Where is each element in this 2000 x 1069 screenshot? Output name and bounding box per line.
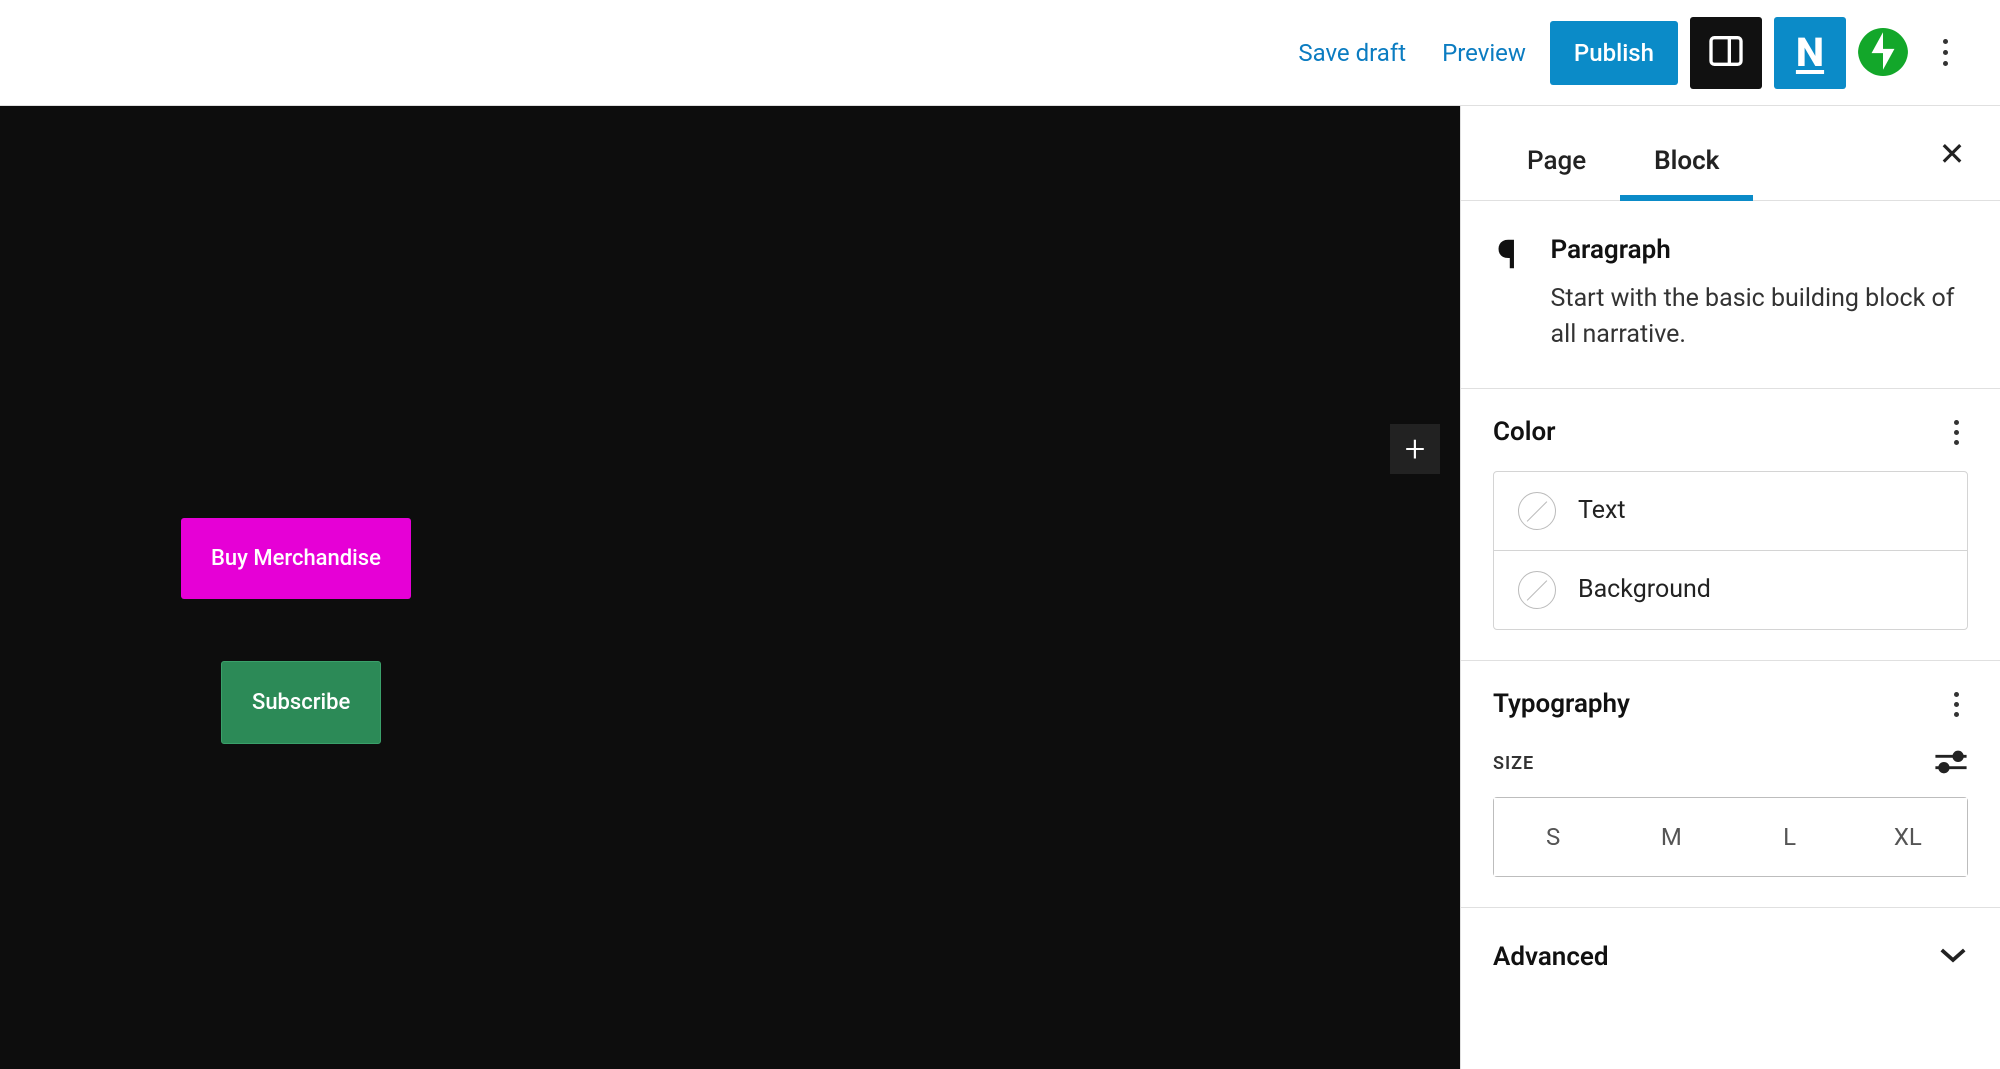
kebab-dot-icon [1943, 39, 1948, 44]
tab-block[interactable]: Block [1620, 122, 1753, 200]
sidebar-panel-icon [1706, 31, 1746, 75]
color-background-label: Background [1578, 575, 1711, 604]
newspack-n-icon: N [1796, 29, 1824, 76]
close-icon: ✕ [1939, 135, 1966, 173]
custom-size-toggle[interactable] [1934, 749, 1968, 779]
settings-panel-toggle[interactable] [1690, 17, 1762, 89]
close-sidebar-button[interactable]: ✕ [1932, 134, 1972, 174]
typography-section-title: Typography [1493, 689, 1968, 719]
add-block-button[interactable]: + [1390, 424, 1440, 474]
empty-swatch-icon [1518, 492, 1556, 530]
block-type-info: ¶ Paragraph Start with the basic buildin… [1461, 201, 2000, 389]
block-type-title: Paragraph [1551, 235, 1968, 265]
buy-merchandise-block-button[interactable]: Buy Merchandise [181, 518, 411, 599]
paragraph-icon: ¶ [1493, 235, 1521, 354]
newspack-button[interactable]: N [1774, 17, 1846, 89]
sidebar-tabs: Page Block ✕ [1461, 106, 2000, 201]
color-background-row[interactable]: Background [1494, 550, 1967, 629]
kebab-dot-icon [1943, 50, 1948, 55]
advanced-section-toggle[interactable]: Advanced [1461, 908, 2000, 1006]
kebab-dot-icon [1943, 61, 1948, 66]
color-text-row[interactable]: Text [1494, 472, 1967, 550]
block-type-description: Start with the basic building block of a… [1551, 281, 1968, 354]
editor-topbar: Save draft Preview Publish N [0, 0, 2000, 106]
more-options-button[interactable] [1920, 17, 1970, 89]
typography-section-options-button[interactable] [1944, 687, 1968, 723]
tab-page[interactable]: Page [1493, 122, 1620, 200]
editor-canvas[interactable]: Buy Merchandise Subscribe + [0, 106, 1460, 1069]
font-size-s[interactable]: S [1494, 798, 1612, 876]
advanced-section-title: Advanced [1493, 942, 1609, 972]
preview-button[interactable]: Preview [1430, 29, 1538, 77]
empty-swatch-icon [1518, 571, 1556, 609]
color-section: Color Text Background [1461, 389, 2000, 661]
typography-section: Typography SIZE [1461, 661, 2000, 908]
save-draft-button[interactable]: Save draft [1286, 29, 1418, 77]
chevron-down-icon [1938, 945, 1968, 969]
publish-button[interactable]: Publish [1550, 21, 1678, 85]
color-section-title: Color [1493, 417, 1968, 447]
settings-sidebar: Page Block ✕ ¶ Paragraph Start with the … [1460, 106, 2000, 1069]
color-text-label: Text [1578, 496, 1626, 525]
font-size-m[interactable]: M [1612, 798, 1730, 876]
font-size-label: SIZE [1493, 753, 1534, 774]
subscribe-block-button[interactable]: Subscribe [221, 661, 381, 744]
jetpack-button[interactable] [1858, 28, 1908, 78]
font-size-xl[interactable]: XL [1849, 798, 1967, 876]
color-section-options-button[interactable] [1944, 415, 1968, 451]
font-size-l[interactable]: L [1731, 798, 1849, 876]
sliders-icon [1934, 764, 1968, 779]
jetpack-bolt-icon [1858, 28, 1908, 78]
plus-icon: + [1405, 428, 1425, 470]
